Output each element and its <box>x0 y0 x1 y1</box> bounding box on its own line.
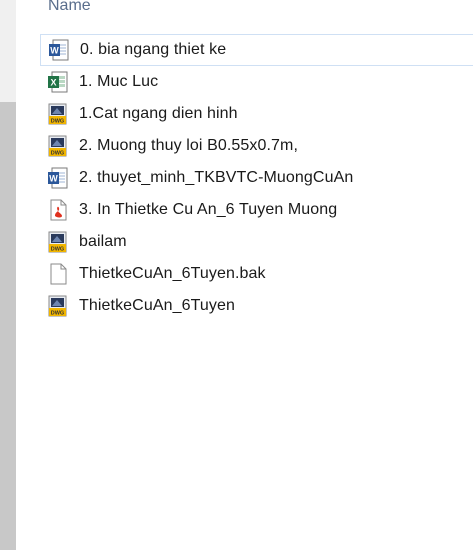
file-list: W 0. bia ngang thiet ke X 1. Muc Luc DWG… <box>40 34 473 322</box>
svg-text:X: X <box>50 78 56 88</box>
vertical-scrollbar[interactable] <box>0 0 16 550</box>
file-name: 1.Cat ngang dien hinh <box>79 105 238 122</box>
svg-text:DWG: DWG <box>51 119 64 125</box>
file-name: 3. In Thietke Cu An_6 Tuyen Muong <box>79 201 338 218</box>
file-name: bailam <box>79 233 127 250</box>
dwg-file-icon: DWG <box>47 231 69 253</box>
blank-file-icon <box>47 263 69 285</box>
dwg-file-icon: DWG <box>47 295 69 317</box>
list-item[interactable]: X 1. Muc Luc <box>40 66 473 98</box>
word-doc-icon: W <box>47 167 69 189</box>
file-name: 0. bia ngang thiet ke <box>80 41 227 58</box>
svg-text:DWG: DWG <box>51 311 64 317</box>
file-name: 2. thuyet_minh_TKBVTC-MuongCuAn <box>79 169 354 186</box>
list-item[interactable]: W 2. thuyet_minh_TKBVTC-MuongCuAn <box>40 162 473 194</box>
file-name: 2. Muong thuy loi B0.55x0.7m, <box>79 137 299 154</box>
dwg-file-icon: DWG <box>47 135 69 157</box>
pdf-file-icon <box>47 199 69 221</box>
file-name: ThietkeCuAn_6Tuyen <box>79 297 235 314</box>
list-item[interactable]: DWG 2. Muong thuy loi B0.55x0.7m, <box>40 130 473 162</box>
scrollbar-thumb[interactable] <box>0 102 16 550</box>
dwg-file-icon: DWG <box>47 103 69 125</box>
list-item[interactable]: DWG bailam <box>40 226 473 258</box>
list-item[interactable]: W 0. bia ngang thiet ke <box>40 34 473 66</box>
list-item[interactable]: DWG 1.Cat ngang dien hinh <box>40 98 473 130</box>
svg-text:W: W <box>50 46 59 56</box>
file-name: 1. Muc Luc <box>79 73 159 90</box>
word-doc-icon: W <box>48 39 70 61</box>
svg-text:W: W <box>49 174 58 184</box>
svg-text:DWG: DWG <box>51 151 64 157</box>
column-header-name[interactable]: Name <box>48 0 91 16</box>
file-name: ThietkeCuAn_6Tuyen.bak <box>79 265 266 282</box>
excel-sheet-icon: X <box>47 71 69 93</box>
svg-text:DWG: DWG <box>51 247 64 253</box>
list-item[interactable]: 3. In Thietke Cu An_6 Tuyen Muong <box>40 194 473 226</box>
list-item[interactable]: ThietkeCuAn_6Tuyen.bak <box>40 258 473 290</box>
list-item[interactable]: DWG ThietkeCuAn_6Tuyen <box>40 290 473 322</box>
